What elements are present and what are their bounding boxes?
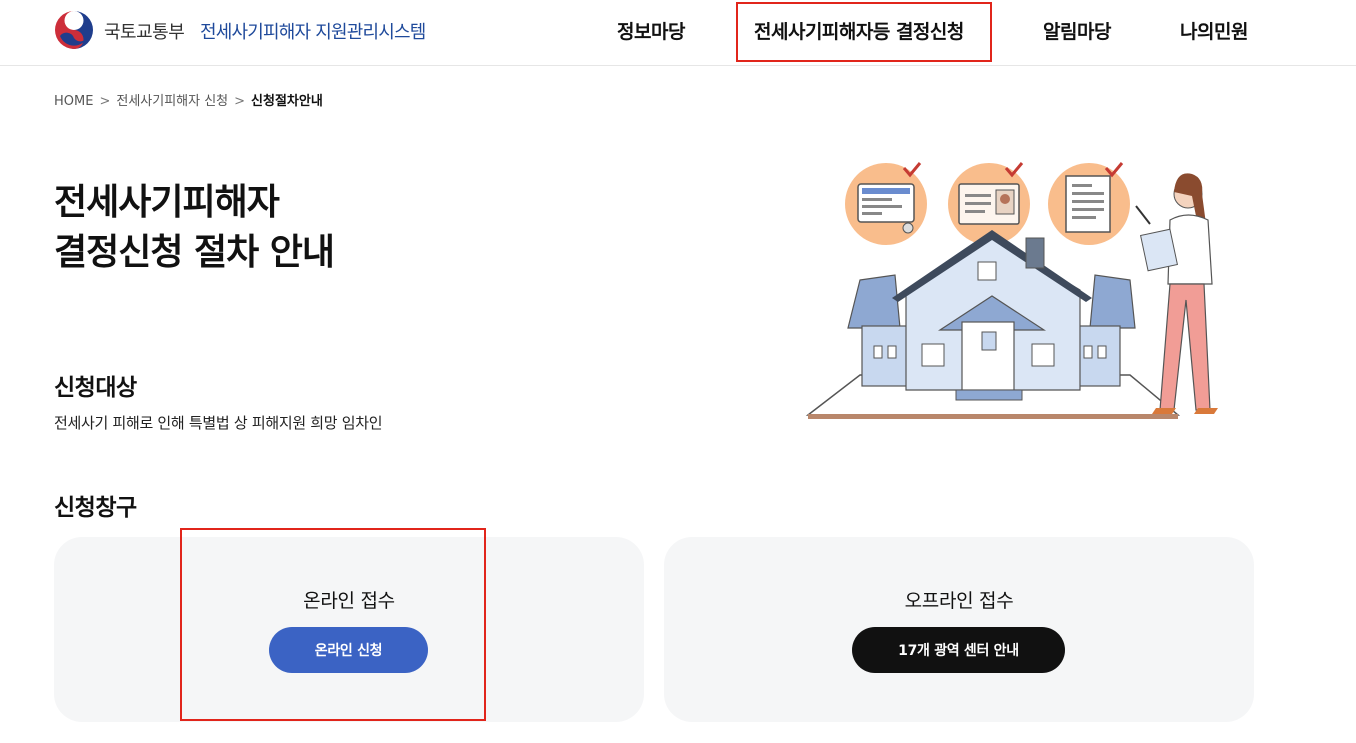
target-heading: 신청대상 (54, 375, 137, 401)
nav-info[interactable]: 정보마당 (617, 17, 685, 44)
breadcrumb-separator: > (99, 94, 111, 109)
breadcrumb-current: 신청절차안내 (251, 94, 323, 109)
online-apply-button[interactable]: 온라인 신청 (269, 627, 428, 673)
online-card-title: 온라인 접수 (303, 590, 395, 612)
page-title-line2: 결정신청 절차 안내 (54, 232, 335, 273)
target-description: 전세사기 피해로 인해 특별법 상 피해지원 희망 임차인 (54, 414, 383, 432)
nav-notice[interactable]: 알림마당 (1043, 17, 1111, 44)
channel-heading: 신청창구 (54, 495, 137, 521)
offline-card: 오프라인 접수 17개 광역 센터 안내 (664, 537, 1254, 722)
house-illustration-icon (805, 162, 1218, 419)
breadcrumb-home[interactable]: HOME (54, 94, 93, 109)
nav-my-requests[interactable]: 나의민원 (1180, 17, 1248, 44)
breadcrumb-level1[interactable]: 전세사기피해자 신청 (116, 94, 228, 109)
page-title: 전세사기피해자 결정신청 절차 안내 (54, 178, 335, 278)
page-title-line1: 전세사기피해자 (54, 182, 280, 223)
government-logo-icon[interactable] (54, 10, 94, 50)
offline-card-title: 오프라인 접수 (904, 590, 1014, 612)
breadcrumb: HOME > 전세사기피해자 신청 > 신청절차안내 (54, 90, 323, 109)
online-card: 온라인 접수 온라인 신청 (54, 537, 644, 722)
regional-centers-button[interactable]: 17개 광역 센터 안내 (852, 627, 1065, 673)
breadcrumb-separator: > (234, 94, 246, 109)
ministry-name[interactable]: 국토교통부 (104, 18, 185, 44)
system-name[interactable]: 전세사기피해자 지원관리시스템 (200, 18, 426, 44)
nav-decision-application[interactable]: 전세사기피해자등 결정신청 (754, 17, 964, 44)
site-header: 국토교통부 전세사기피해자 지원관리시스템 정보마당 전세사기피해자등 결정신청… (0, 0, 1356, 66)
